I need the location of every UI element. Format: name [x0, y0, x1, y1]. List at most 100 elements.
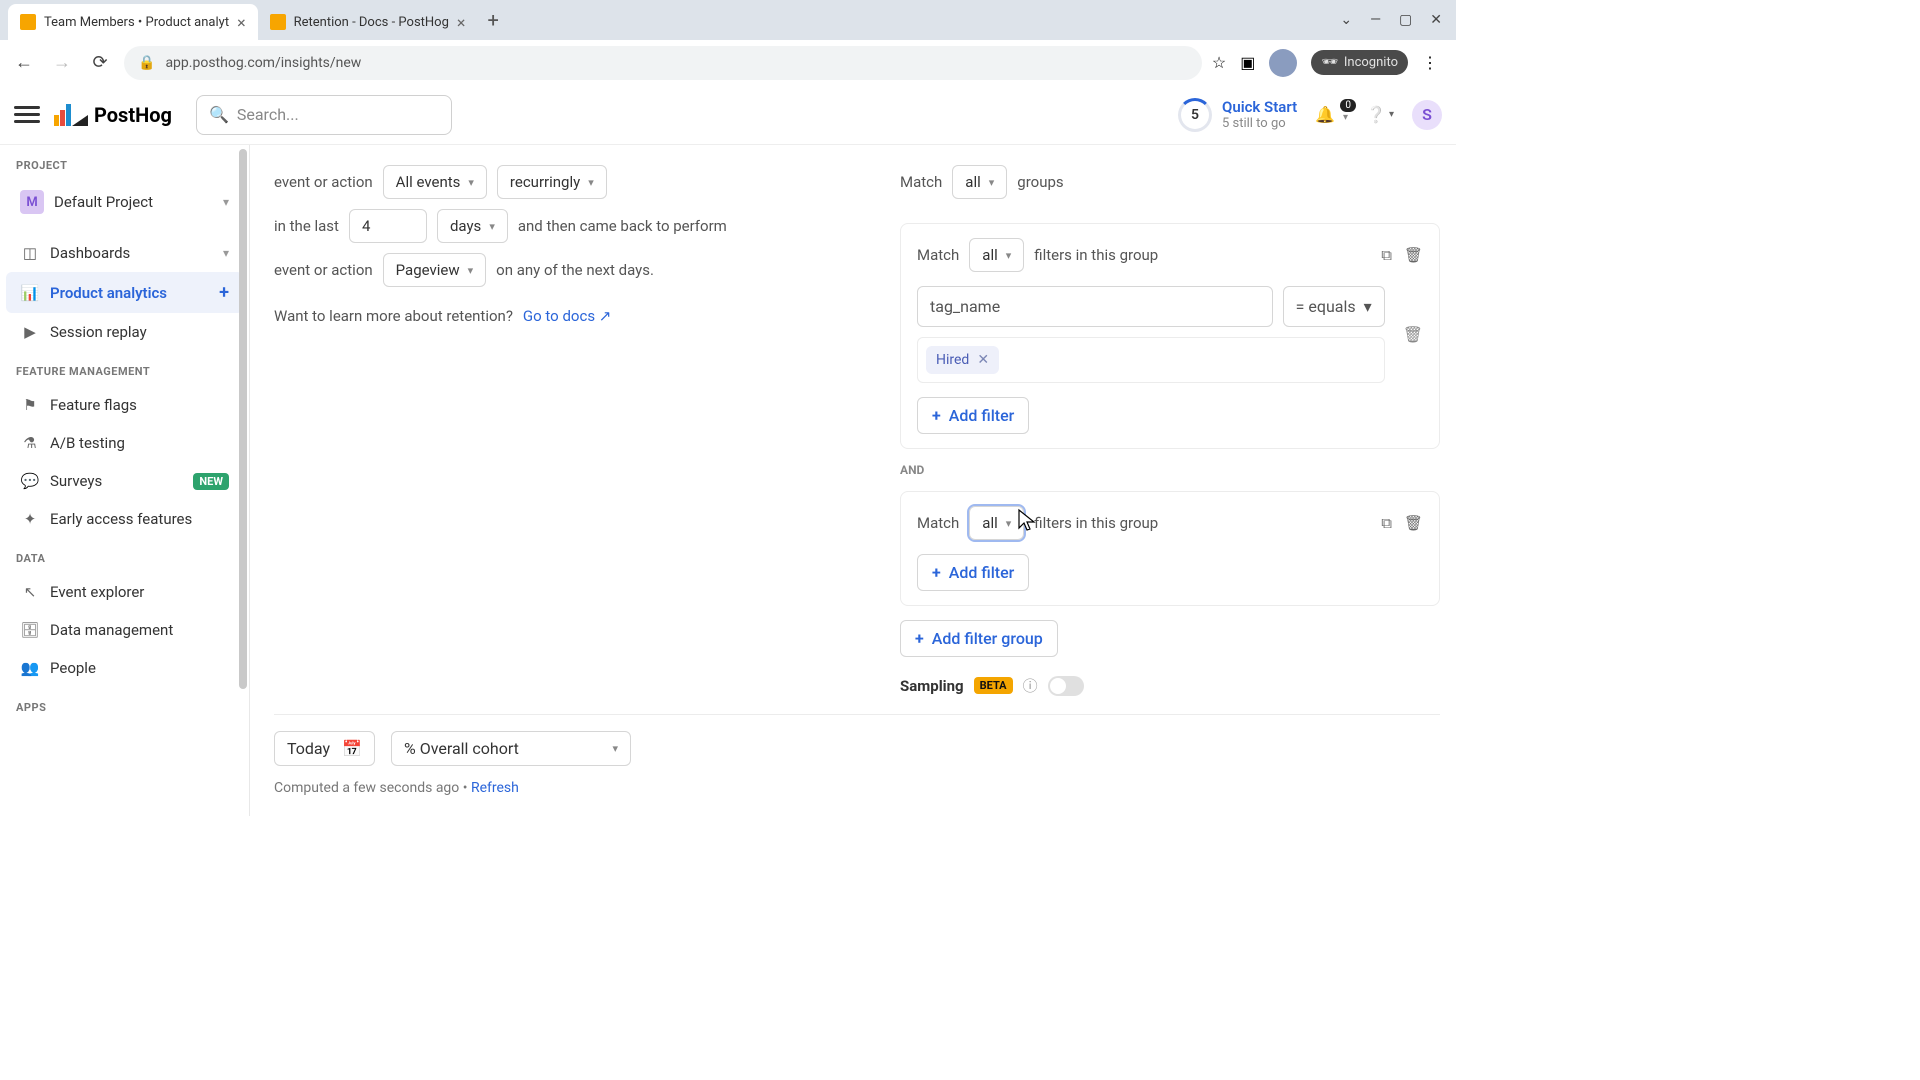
search-input[interactable]: 🔍 Search... — [196, 95, 452, 135]
install-icon[interactable]: ▣ — [1240, 53, 1255, 72]
copy-group-button[interactable]: ⧉ — [1381, 514, 1392, 532]
plus-icon: + — [932, 563, 941, 582]
delete-filter-button[interactable]: 🗑 — [1403, 325, 1423, 344]
close-icon[interactable]: × — [457, 13, 466, 32]
remove-chip-button[interactable]: ✕ — [977, 352, 989, 368]
tab-team-members[interactable]: Team Members • Product analyt × — [8, 4, 258, 40]
dashboard-icon: ◫ — [20, 244, 40, 262]
chevron-down-icon[interactable]: ⌄ — [1340, 12, 1352, 28]
progress-ring-icon: 5 — [1178, 98, 1212, 132]
add-filter-group-button[interactable]: + Add filter group — [900, 620, 1058, 657]
chevron-down-icon: ▾ — [223, 195, 229, 209]
select-return-event[interactable]: Pageview▾ — [383, 253, 487, 287]
project-selector[interactable]: M Default Project ▾ — [6, 180, 243, 224]
select-recurring[interactable]: recurringly▾ — [497, 165, 607, 199]
favicon-posthog — [270, 14, 286, 30]
sidebar-item-dashboards[interactable]: ◫ Dashboards ▾ — [6, 234, 243, 272]
info-icon[interactable]: ⓘ — [1023, 675, 1038, 696]
chevron-down-icon: ▾ — [989, 176, 995, 189]
search-placeholder: Search... — [237, 105, 299, 124]
value-input[interactable]: Hired ✕ — [917, 337, 1385, 383]
date-range-button[interactable]: Today 📅 — [274, 731, 375, 766]
chevron-down-icon: ▾ — [468, 176, 474, 189]
select-period-unit[interactable]: days▾ — [437, 209, 508, 243]
sidebar-scrollbar[interactable] — [237, 145, 249, 816]
notifications-button[interactable]: 🔔 0 ▾ — [1315, 105, 1348, 124]
incognito-indicator: 🕶 Incognito — [1311, 50, 1408, 75]
reload-button[interactable]: ⟳ — [86, 49, 114, 77]
sidebar-item-event-explorer[interactable]: ↖ Event explorer — [6, 573, 243, 611]
forward-button[interactable]: → — [48, 49, 76, 77]
flask-icon: ⚗ — [20, 434, 40, 452]
select-property-name[interactable]: tag_name — [917, 286, 1273, 327]
copy-icon: ⧉ — [1381, 246, 1392, 264]
close-window-icon[interactable]: ✕ — [1430, 12, 1442, 28]
plus-icon[interactable]: + — [219, 282, 229, 303]
quick-start-subtitle: 5 still to go — [1222, 116, 1297, 131]
favicon-posthog — [20, 14, 36, 30]
tab-bar: Team Members • Product analyt × Retentio… — [0, 0, 1456, 40]
delete-group-button[interactable]: 🗑 — [1404, 246, 1423, 264]
chevron-down-icon: ▾ — [1343, 112, 1348, 123]
browser-chrome: Team Members • Product analyt × Retentio… — [0, 0, 1456, 85]
plus-icon: + — [915, 629, 924, 648]
sidebar: PROJECT M Default Project ▾ ◫ Dashboards… — [0, 145, 250, 816]
close-icon[interactable]: × — [237, 13, 246, 32]
sampling-toggle[interactable] — [1048, 676, 1084, 696]
plus-icon: + — [932, 406, 941, 425]
tab-retention-docs[interactable]: Retention - Docs - PostHog × — [258, 4, 478, 40]
database-icon: 🗄 — [20, 621, 40, 639]
sidebar-item-data-management[interactable]: 🗄 Data management — [6, 611, 243, 649]
help-button[interactable]: ❔ ▾ — [1366, 105, 1394, 124]
sidebar-item-product-analytics[interactable]: 📊 Product analytics + — [6, 272, 243, 313]
profile-avatar-icon[interactable] — [1269, 49, 1297, 77]
select-initial-event[interactable]: All events▾ — [383, 165, 487, 199]
external-link-icon: ↗ — [599, 307, 612, 325]
select-operator[interactable]: = equals▾ — [1283, 286, 1385, 327]
kebab-menu-icon[interactable]: ⋮ — [1422, 53, 1438, 72]
sampling-label: Sampling — [900, 677, 964, 695]
quick-start-button[interactable]: 5 Quick Start 5 still to go — [1178, 98, 1297, 132]
minimize-icon[interactable]: — — [1370, 12, 1381, 28]
label-on-any: on any of the next days. — [496, 261, 654, 279]
quick-start-title: Quick Start — [1222, 98, 1297, 116]
star-icon[interactable]: ☆ — [1212, 53, 1226, 72]
trash-icon: 🗑 — [1404, 514, 1423, 532]
add-filter-button-2[interactable]: + Add filter — [917, 554, 1029, 591]
delete-group-button[interactable]: 🗑 — [1404, 514, 1423, 532]
filter-group-2: Match all▾ filters in this group ⧉ 🗑 + — [900, 491, 1440, 606]
sidebar-item-session-replay[interactable]: ▶ Session replay — [6, 313, 243, 351]
address-bar: ← → ⟳ 🔒 app.posthog.com/insights/new ☆ ▣… — [0, 40, 1456, 85]
sidebar-item-early-access[interactable]: ✦ Early access features — [6, 500, 243, 538]
menu-toggle-button[interactable] — [14, 102, 40, 128]
project-name: Default Project — [54, 193, 153, 211]
chevron-down-icon: ▾ — [612, 742, 618, 755]
select-match-groups[interactable]: all▾ — [952, 165, 1007, 199]
go-to-docs-link[interactable]: Go to docs ↗ — [523, 307, 611, 325]
add-filter-button-1[interactable]: + Add filter — [917, 397, 1029, 434]
trash-icon: 🗑 — [1403, 325, 1423, 344]
sidebar-item-people[interactable]: 👥 People — [6, 649, 243, 687]
back-button[interactable]: ← — [10, 49, 38, 77]
cohort-select[interactable]: % Overall cohort ▾ — [391, 731, 631, 766]
sidebar-item-ab-testing[interactable]: ⚗ A/B testing — [6, 424, 243, 462]
lock-icon: 🔒 — [138, 55, 155, 71]
user-avatar-button[interactable]: S — [1412, 100, 1442, 130]
input-period-count[interactable]: 4 — [349, 209, 427, 243]
chevron-down-icon: ▾ — [588, 176, 594, 189]
select-match-filters-1[interactable]: all▾ — [969, 238, 1024, 272]
main-content: event or action All events▾ recurringly▾… — [250, 145, 1456, 816]
section-feature-mgmt: FEATURE MANAGEMENT — [0, 351, 249, 386]
url-input[interactable]: 🔒 app.posthog.com/insights/new — [124, 46, 1202, 80]
posthog-logo[interactable]: PostHog — [54, 103, 172, 127]
section-data: DATA — [0, 538, 249, 573]
copy-group-button[interactable]: ⧉ — [1381, 246, 1392, 264]
new-tab-button[interactable]: + — [477, 8, 508, 32]
label-event-or-action: event or action — [274, 173, 373, 191]
mouse-cursor-icon — [1017, 508, 1037, 532]
chevron-down-icon: ▾ — [1389, 109, 1394, 120]
sidebar-item-surveys[interactable]: 💬 Surveys NEW — [6, 462, 243, 500]
sidebar-item-feature-flags[interactable]: ⚑ Feature flags — [6, 386, 243, 424]
refresh-link[interactable]: Refresh — [471, 780, 519, 796]
maximize-icon[interactable]: ▢ — [1399, 12, 1412, 28]
